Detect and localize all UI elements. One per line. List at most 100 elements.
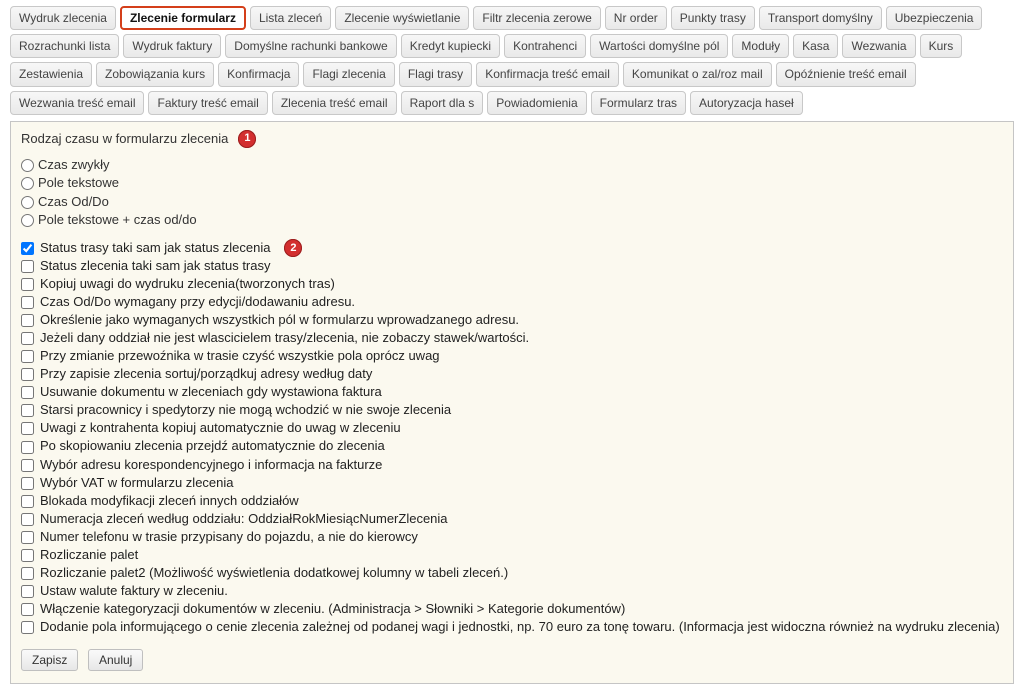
- save-button[interactable]: Zapisz: [21, 649, 78, 671]
- time-type-radio-group: Czas zwykły Pole tekstoweCzas Od/DoPole t…: [21, 156, 1003, 229]
- check-okreslenie-jako-wymaganych[interactable]: [21, 314, 34, 327]
- tab-zestawienia[interactable]: Zestawienia: [10, 62, 92, 86]
- check-starsi-pracownicy[interactable]: [21, 404, 34, 417]
- check-row-okreslenie-jako-wymaganych[interactable]: Określenie jako wymaganych wszystkich pó…: [21, 311, 1003, 329]
- check-label-oddzial-nie-wlasciciel: Jeżeli dany oddział nie jest wlasciciele…: [40, 330, 529, 345]
- panel-title-row: Rodzaj czasu w formularzu zlecenia 1: [21, 130, 1003, 148]
- radio-pole-tekstowe[interactable]: [21, 177, 34, 190]
- check-wybor-adresu-korespond[interactable]: [21, 459, 34, 472]
- tab-kasa[interactable]: Kasa: [793, 34, 838, 58]
- tab-nr-order[interactable]: Nr order: [605, 6, 667, 30]
- radio-pole-tekstowe-czas-od-do[interactable]: [21, 214, 34, 227]
- tab-wydruk-faktury[interactable]: Wydruk faktury: [123, 34, 221, 58]
- radio-row-pole-tekstowe[interactable]: Pole tekstowe: [21, 174, 1003, 192]
- check-czysc-pola-przewoznik[interactable]: [21, 350, 34, 363]
- tab-wartosci-domyslne-pol[interactable]: Wartości domyślne pól: [590, 34, 728, 58]
- tab-filtr-zlecenia-zerowe[interactable]: Filtr zlecenia zerowe: [473, 6, 600, 30]
- options-checkbox-group: Status trasy taki sam jak status zleceni…: [21, 239, 1003, 636]
- tab-zlecenie-formularz[interactable]: Zlecenie formularz: [120, 6, 246, 30]
- tab-kurs[interactable]: Kurs: [920, 34, 963, 58]
- tab-kontrahenci[interactable]: Kontrahenci: [504, 34, 586, 58]
- check-kopiuj-uwagi[interactable]: [21, 278, 34, 291]
- check-row-oddzial-nie-wlasciciel[interactable]: Jeżeli dany oddział nie jest wlasciciele…: [21, 329, 1003, 347]
- tab-zobowiazania-kurs[interactable]: Zobowiązania kurs: [96, 62, 214, 86]
- tab-wezwania-tresc-email[interactable]: Wezwania treść email: [10, 91, 144, 115]
- tab-rozrachunki-lista[interactable]: Rozrachunki lista: [10, 34, 119, 58]
- check-row-status-trasy-jak-zlecenia[interactable]: Status trasy taki sam jak status zleceni…: [21, 239, 270, 257]
- tab-wezwania[interactable]: Wezwania: [842, 34, 915, 58]
- tab-opoznienie-tresc-email[interactable]: Opóźnienie treść email: [776, 62, 916, 86]
- check-label-usuwanie-dokumentu: Usuwanie dokumentu w zleceniach gdy wyst…: [40, 384, 382, 399]
- tab-raport-dla-s[interactable]: Raport dla s: [401, 91, 484, 115]
- check-label-rozliczanie-palet: Rozliczanie palet: [40, 547, 138, 562]
- tab-lista-zlecen[interactable]: Lista zleceń: [250, 6, 331, 30]
- check-rozliczanie-palet2[interactable]: [21, 567, 34, 580]
- check-po-skopiowaniu-przejdz[interactable]: [21, 441, 34, 454]
- tab-zlecenia-tresc-email[interactable]: Zlecenia treść email: [272, 91, 397, 115]
- radio-row-pole-tekstowe-czas-od-do[interactable]: Pole tekstowe + czas od/do: [21, 211, 1003, 229]
- check-blokada-modyfikacji[interactable]: [21, 495, 34, 508]
- radio-label-czas-zwykly: Czas zwykły: [38, 157, 110, 172]
- tab-bar: Wydruk zleceniaZlecenie formularzLista z…: [10, 6, 1014, 115]
- check-row-czysc-pola-przewoznik[interactable]: Przy zmianie przewoźnika w trasie czyść …: [21, 347, 1003, 365]
- check-row-wlaczenie-kategoryzacji[interactable]: Włączenie kategoryzacji dokumentów w zle…: [21, 600, 1003, 618]
- check-row-rozliczanie-palet2[interactable]: Rozliczanie palet2 (Możliwość wyświetlen…: [21, 564, 1003, 582]
- tab-powiadomienia[interactable]: Powiadomienia: [487, 91, 586, 115]
- radio-czas-od-do[interactable]: [21, 196, 34, 209]
- check-label-kopiuj-uwagi: Kopiuj uwagi do wydruku zlecenia(tworzon…: [40, 276, 335, 291]
- check-wlaczenie-kategoryzacji[interactable]: [21, 603, 34, 616]
- tab-moduly[interactable]: Moduły: [732, 34, 789, 58]
- tab-transport-domyslny[interactable]: Transport domyślny: [759, 6, 882, 30]
- check-label-status-zlecenia-jak-trasy: Status zlecenia taki sam jak status tras…: [40, 258, 270, 273]
- check-row-numeracja-zlecen[interactable]: Numeracja zleceń według oddziału: Oddzia…: [21, 510, 1003, 528]
- check-czas-od-do-wymagany[interactable]: [21, 296, 34, 309]
- tab-flagi-trasy[interactable]: Flagi trasy: [399, 62, 472, 86]
- check-label-status-trasy-jak-zlecenia: Status trasy taki sam jak status zleceni…: [40, 240, 270, 255]
- check-uwagi-z-kontrahenta[interactable]: [21, 422, 34, 435]
- check-row-numer-telefonu-w-trasie[interactable]: Numer telefonu w trasie przypisany do po…: [21, 528, 1003, 546]
- tab-komunikat-o-zal-roz-mail[interactable]: Komunikat o zal/roz mail: [623, 62, 772, 86]
- tab-zlecenie-wyswietlanie[interactable]: Zlecenie wyświetlanie: [335, 6, 469, 30]
- tab-autoryzacja-hasel[interactable]: Autoryzacja haseł: [690, 91, 803, 115]
- tab-faktury-tresc-email[interactable]: Faktury treść email: [148, 91, 267, 115]
- tab-punkty-trasy[interactable]: Punkty trasy: [671, 6, 755, 30]
- tab-kredyt-kupiecki[interactable]: Kredyt kupiecki: [401, 34, 500, 58]
- tab-ubezpieczenia[interactable]: Ubezpieczenia: [886, 6, 983, 30]
- check-row-wybor-vat[interactable]: Wybór VAT w formularzu zlecenia: [21, 474, 1003, 492]
- radio-czas-zwykly[interactable]: [21, 159, 34, 172]
- cancel-button[interactable]: Anuluj: [88, 649, 143, 671]
- check-row-kopiuj-uwagi[interactable]: Kopiuj uwagi do wydruku zlecenia(tworzon…: [21, 275, 1003, 293]
- check-row-po-skopiowaniu-przejdz[interactable]: Po skopiowaniu zlecenia przejdź automaty…: [21, 437, 1003, 455]
- check-row-dodanie-pola-cena[interactable]: Dodanie pola informującego o cenie zlece…: [21, 618, 1003, 636]
- tab-konfirmacja-tresc-email[interactable]: Konfirmacja treść email: [476, 62, 619, 86]
- check-wybor-vat[interactable]: [21, 477, 34, 490]
- check-row-ustaw-walute-faktury[interactable]: Ustaw walute faktury w zleceniu.: [21, 582, 1003, 600]
- check-row-blokada-modyfikacji[interactable]: Blokada modyfikacji zleceń innych oddzia…: [21, 492, 1003, 510]
- radio-row-czas-od-do[interactable]: Czas Od/Do: [21, 193, 1003, 211]
- tab-wydruk-zlecenia[interactable]: Wydruk zlecenia: [10, 6, 116, 30]
- check-numeracja-zlecen[interactable]: [21, 513, 34, 526]
- check-oddzial-nie-wlasciciel[interactable]: [21, 332, 34, 345]
- check-numer-telefonu-w-trasie[interactable]: [21, 531, 34, 544]
- tab-flagi-zlecenia[interactable]: Flagi zlecenia: [303, 62, 394, 86]
- tab-domyslne-rachunki-bankowe[interactable]: Domyślne rachunki bankowe: [225, 34, 396, 58]
- check-dodanie-pola-cena[interactable]: [21, 621, 34, 634]
- check-row-uwagi-z-kontrahenta[interactable]: Uwagi z kontrahenta kopiuj automatycznie…: [21, 419, 1003, 437]
- check-row-wybor-adresu-korespond[interactable]: Wybór adresu korespondencyjnego i inform…: [21, 456, 1003, 474]
- check-row-rozliczanie-palet[interactable]: Rozliczanie palet: [21, 546, 1003, 564]
- check-ustaw-walute-faktury[interactable]: [21, 585, 34, 598]
- check-row-status-zlecenia-jak-trasy[interactable]: Status zlecenia taki sam jak status tras…: [21, 257, 1003, 275]
- check-sortuj-adresy-wedlug-daty[interactable]: [21, 368, 34, 381]
- tab-formularz-tras[interactable]: Formularz tras: [591, 91, 686, 115]
- check-row-sortuj-adresy-wedlug-daty[interactable]: Przy zapisie zlecenia sortuj/porządkuj a…: [21, 365, 1003, 383]
- check-status-zlecenia-jak-trasy[interactable]: [21, 260, 34, 273]
- check-row-usuwanie-dokumentu[interactable]: Usuwanie dokumentu w zleceniach gdy wyst…: [21, 383, 1003, 401]
- radio-row-czas-zwykly[interactable]: Czas zwykły: [21, 156, 1003, 174]
- tab-konfirmacja[interactable]: Konfirmacja: [218, 62, 299, 86]
- panel-actions: Zapisz Anuluj: [21, 649, 1003, 671]
- check-rozliczanie-palet[interactable]: [21, 549, 34, 562]
- check-row-czas-od-do-wymagany[interactable]: Czas Od/Do wymagany przy edycji/dodawani…: [21, 293, 1003, 311]
- check-row-starsi-pracownicy[interactable]: Starsi pracownicy i spedytorzy nie mogą …: [21, 401, 1003, 419]
- check-usuwanie-dokumentu[interactable]: [21, 386, 34, 399]
- check-status-trasy-jak-zlecenia[interactable]: [21, 242, 34, 255]
